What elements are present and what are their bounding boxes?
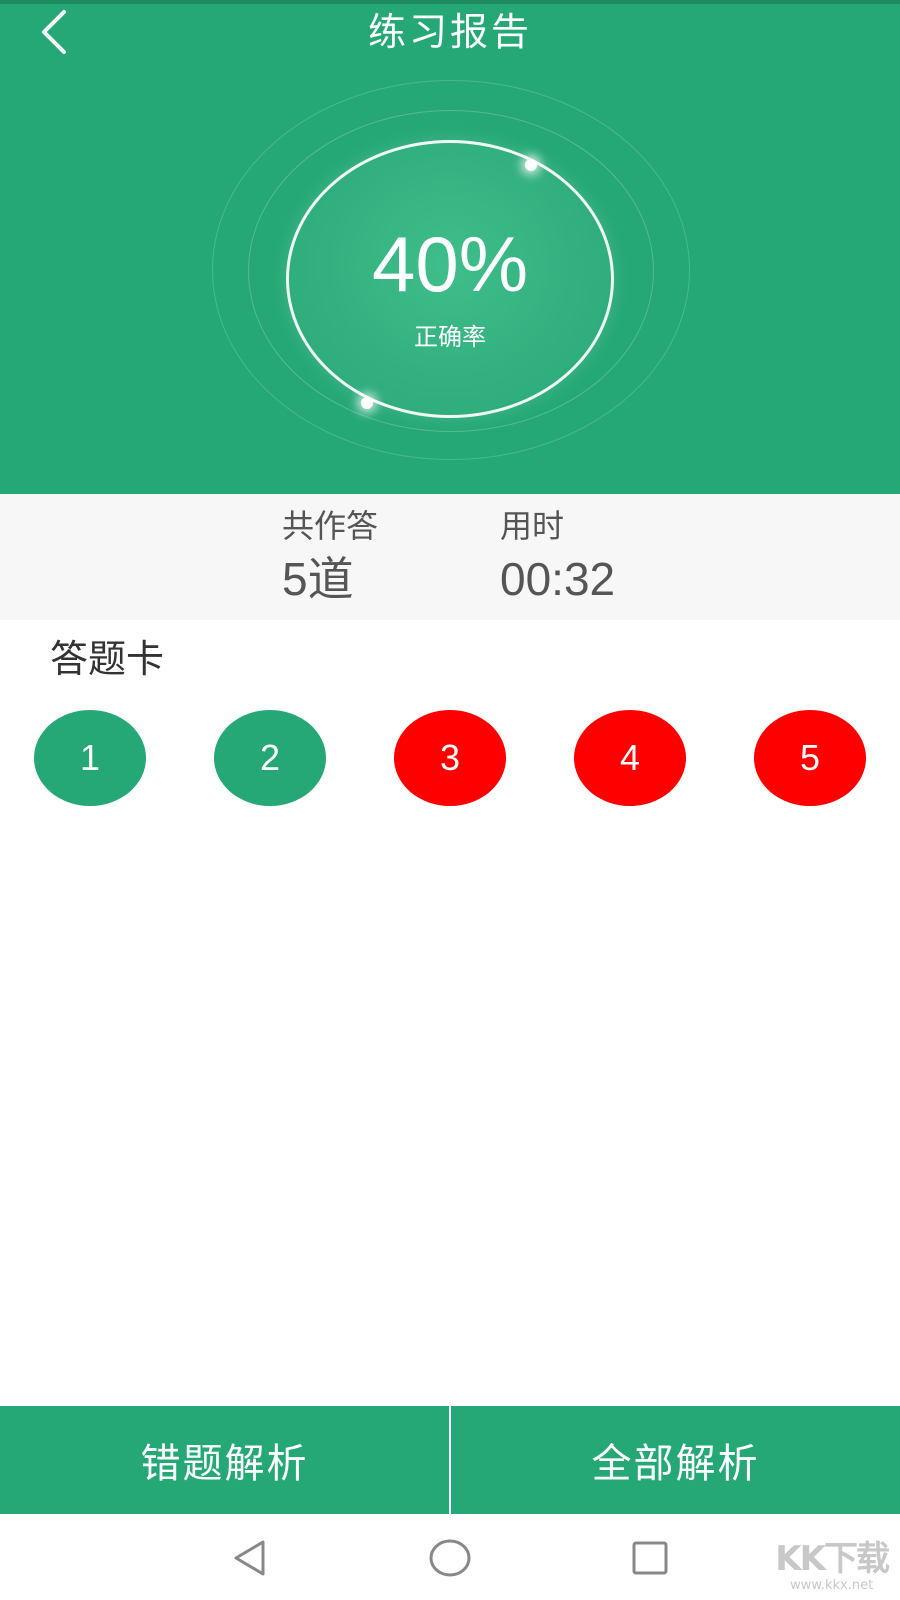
all-analysis-button[interactable]: 全部解析 [451, 1406, 900, 1514]
triangle-back-icon [234, 1540, 265, 1576]
nav-recent-button[interactable] [626, 1536, 674, 1580]
watermark-logo: KK下载 www.kkx.net [775, 1539, 890, 1594]
accuracy-percent: 40% [371, 220, 529, 308]
square-recent-icon [632, 1541, 668, 1575]
answer-bubble-2[interactable]: 2 [214, 710, 326, 806]
answered-value: 5道 [282, 553, 354, 605]
system-nav-bar [0, 1514, 900, 1600]
page-title: 练习报告 [367, 10, 532, 54]
nav-home-button[interactable] [426, 1536, 474, 1580]
watermark-main: KK下载 [775, 1539, 890, 1579]
answer-bubble-3[interactable]: 3 [394, 710, 506, 806]
time-value: 00:32 [500, 553, 616, 605]
glow-dot [525, 159, 537, 171]
watermark-sub: www.kkx.net [790, 1578, 874, 1593]
answered-label: 共作答 [282, 507, 379, 545]
stats-panel: 共作答 5道 用时 00:32 [0, 494, 900, 620]
glow-dot [361, 397, 373, 409]
answer-bubble-1[interactable]: 1 [34, 710, 146, 806]
answer-card-title: 答题卡 [50, 637, 165, 681]
report-header: 练习报告 40% 正确率 [0, 4, 900, 494]
time-label: 用时 [500, 507, 565, 545]
circle-home-icon [429, 1539, 471, 1577]
answer-bubble-4[interactable]: 4 [574, 710, 686, 806]
accuracy-label: 正确率 [414, 323, 486, 351]
nav-back-button[interactable] [226, 1536, 274, 1580]
answer-card-grid: 1 2 3 4 5 [0, 710, 900, 810]
analysis-bar: 错题解析 全部解析 [0, 1406, 900, 1514]
answer-bubble-5[interactable]: 5 [754, 710, 866, 806]
wrong-analysis-button[interactable]: 错题解析 [0, 1406, 449, 1514]
